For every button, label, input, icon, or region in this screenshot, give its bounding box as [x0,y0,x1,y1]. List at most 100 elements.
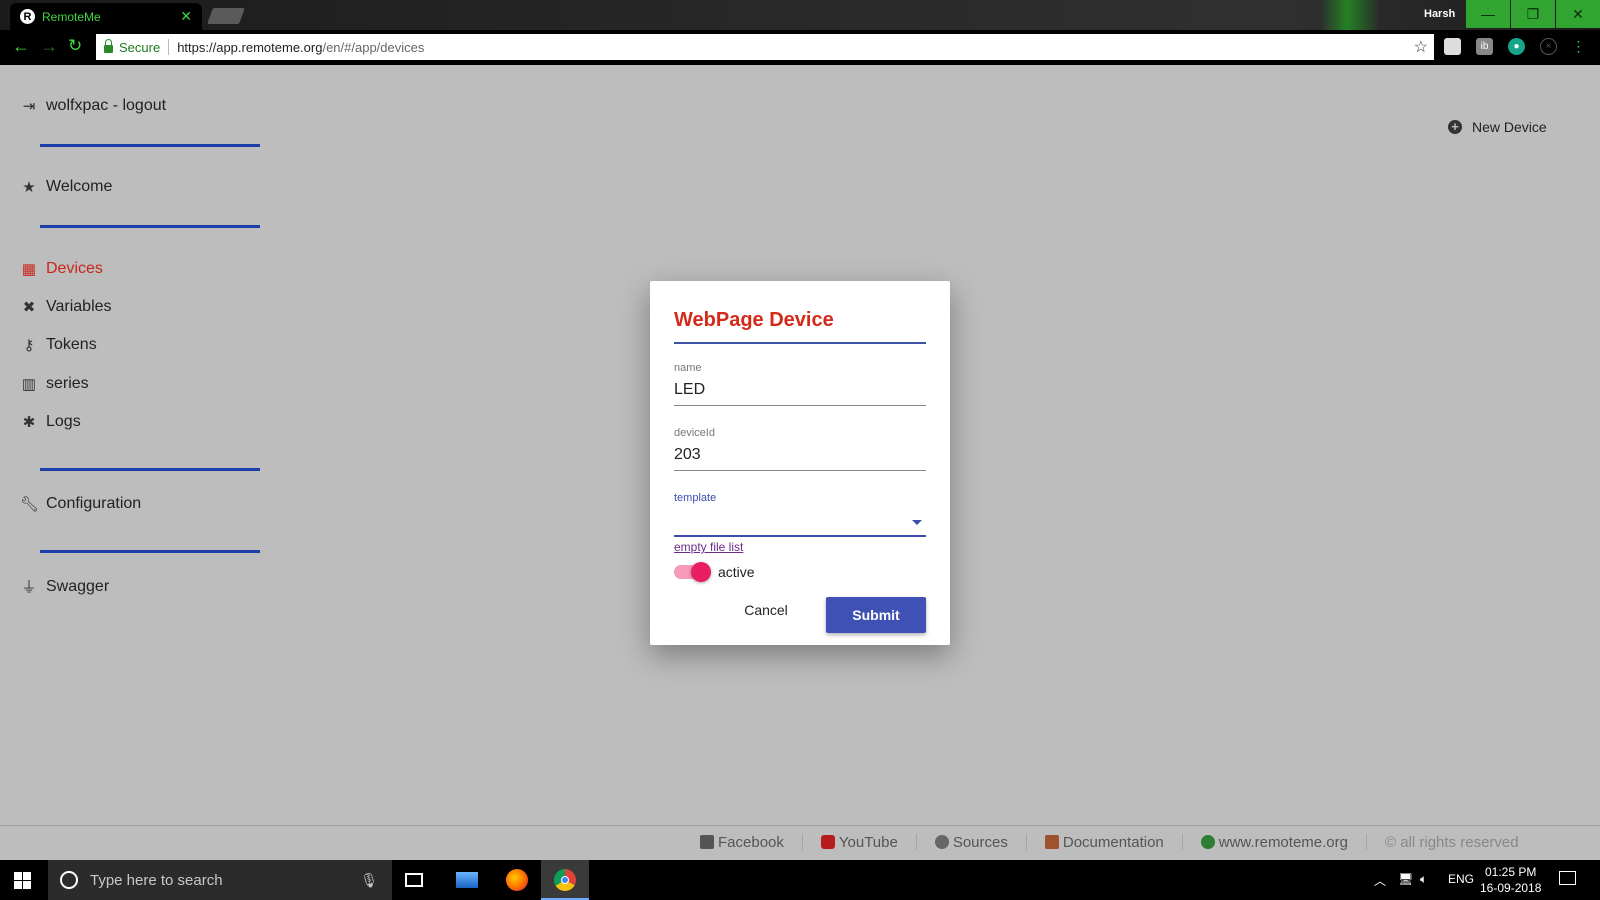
webpage-device-dialog: WebPage Device name LED deviceId 203 tem… [650,281,950,645]
microphone-icon[interactable]: 🎙︎ [360,872,378,889]
wrench-icon: 🔧︎ [20,496,40,513]
browser-menu-icon[interactable]: ⋮ [1570,38,1587,55]
back-arrow-icon[interactable]: ← [12,36,30,57]
sidebar-item-label: Welcome [46,178,113,195]
extension-box-icon[interactable] [1444,38,1461,55]
add-circle-icon: + [1448,120,1462,134]
active-toggle[interactable] [674,562,711,582]
lock-icon [104,39,113,53]
browser-toolbar: ← → ↻ Secure https://app.remoteme.org/en… [0,30,1600,65]
sidebar-item-tokens[interactable]: ⚷ Tokens [20,336,97,354]
browser-tab[interactable]: R RemoteMe ✕ [10,3,202,30]
bookmark-star-icon[interactable]: ☆ [1414,37,1428,57]
extension-disabled-icon[interactable]: × [1540,38,1557,55]
browser-title-bar: R RemoteMe ✕ Harsh — ❐ ✕ [0,0,1600,30]
sources-label: Sources [952,833,1008,851]
tab-close-icon[interactable]: ✕ [180,8,192,25]
star-icon: ★ [22,179,36,196]
logout-label: wolfxpac - logout [46,97,167,114]
sidebar-item-label: Tokens [46,336,97,353]
new-tab-button[interactable] [207,8,245,24]
task-view-icon[interactable] [405,873,423,887]
footer-divider [0,825,1600,826]
reload-icon[interactable]: ↻ [68,36,82,56]
dialog-title: WebPage Device [674,309,834,331]
chrome-icon-center [561,876,569,884]
taskbar-search-box[interactable]: Type here to search 🎙︎ [48,860,392,900]
sidebar-item-variables[interactable]: ✖ Variables [20,298,112,316]
documentation-link[interactable]: Documentation [1044,834,1164,851]
new-device-label: New Device [1472,119,1547,135]
footer-separator [1365,834,1367,850]
facebook-icon [700,835,714,849]
plug-icon: ⏚ [21,579,37,596]
facebook-label: Facebook [718,833,784,851]
name-field-underline [674,405,926,406]
active-label: active [718,564,755,580]
footer: Facebook YouTube Sources Documentation w… [700,832,1519,852]
language-indicator[interactable]: ENG [1448,872,1474,886]
firefox-icon[interactable] [506,869,528,891]
restore-button[interactable]: ❐ [1511,0,1555,28]
sidebar-item-logs[interactable]: ✱ Logs [20,413,81,431]
secure-label: Secure [119,39,161,55]
cancel-button[interactable]: Cancel [730,597,802,623]
sidebar-item-configuration[interactable]: 🔧︎ Configuration [20,495,141,513]
browser-profile-name[interactable]: Harsh [1424,8,1455,20]
network-icon[interactable]: 🖥︎ [1398,872,1413,886]
close-window-button[interactable]: ✕ [1556,0,1600,28]
minimize-button[interactable]: — [1466,0,1510,28]
address-bar[interactable]: Secure https://app.remoteme.org/en/#/app… [96,34,1434,60]
logout-link[interactable]: ⇥ wolfxpac - logout [20,97,166,115]
footer-separator [1025,834,1027,850]
sidebar-divider [40,468,260,471]
sidebar-item-series[interactable]: ▥ series [20,375,89,393]
template-field-label: template [674,492,717,504]
template-select-underline [674,535,926,537]
template-select[interactable] [674,509,904,529]
sidebar-item-devices[interactable]: ▦ Devices [20,260,103,278]
search-placeholder: Type here to search [90,871,223,889]
footer-separator [915,834,917,850]
sources-link[interactable]: Sources [934,833,1008,851]
sidebar-divider [40,144,260,147]
name-field-label: name [674,362,702,374]
sidebar-item-swagger[interactable]: ⏚ Swagger [20,576,109,597]
new-device-button[interactable]: + New Device [1448,119,1547,135]
footer-separator [801,834,803,850]
forward-arrow-icon[interactable]: → [40,36,58,57]
title-bar-glow [1320,0,1380,30]
sidebar-divider [40,225,260,228]
extension-ib-icon[interactable]: ib [1476,38,1493,55]
chrome-taskbar-button[interactable] [541,860,589,900]
url-host: https://app.remoteme.org [177,39,323,55]
dropdown-caret-icon[interactable] [912,520,922,525]
windows-start-icon[interactable] [14,872,31,889]
toggle-knob [691,562,711,582]
sidebar-item-label: Variables [46,298,112,315]
volume-icon[interactable]: 🔈︎ [1420,872,1427,887]
remoteme-favicon-icon: R [20,9,35,24]
youtube-link[interactable]: YouTube [820,834,898,851]
key-icon: ⚷ [23,337,35,354]
name-field[interactable]: LED [674,381,705,399]
deviceid-field-label: deviceId [674,427,715,439]
bug-icon: ✱ [22,414,36,431]
submit-button[interactable]: Submit [826,597,926,633]
app-body: ⇥ wolfxpac - logout ★ Welcome ▦ Devices … [0,65,1600,859]
deviceid-field[interactable]: 203 [674,446,701,464]
empty-file-list-link[interactable]: empty file list [674,540,743,554]
deviceid-field-underline [674,470,926,471]
file-explorer-icon[interactable] [456,872,478,888]
copyright-text: © all rights reserved [1384,833,1519,851]
sidebar-item-welcome[interactable]: ★ Welcome [20,178,112,196]
cortana-icon [60,871,78,889]
show-hidden-icons-icon[interactable]: ︿ [1374,872,1386,889]
clock[interactable]: 01:25 PM 16-09-2018 [1480,864,1541,896]
extension-cart-icon[interactable]: ● [1508,38,1525,55]
sidebar-item-label: Devices [46,260,103,277]
facebook-link[interactable]: Facebook [700,834,784,851]
action-center-icon[interactable] [1559,871,1576,885]
website-link[interactable]: www.remoteme.org [1200,834,1348,851]
globe-icon [1200,835,1215,849]
